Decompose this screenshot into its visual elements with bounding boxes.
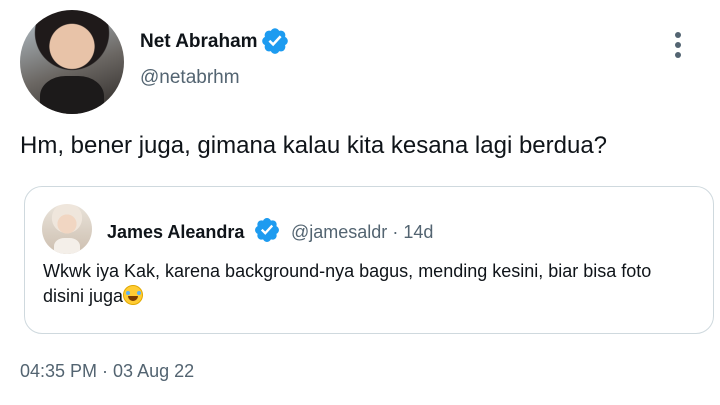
tweet-text: Hm, bener juga, gimana kalau kita kesana… [20,132,608,159]
meta-separator: · [392,222,399,242]
quoted-tweet-text: Wkwk iya Kak, karena background-nya bagu… [43,259,693,309]
author-avatar[interactable] [20,10,124,114]
more-vertical-icon[interactable] [670,30,686,60]
tweet: Net Abraham @netabrhm Hm, bener juga, gi… [0,0,720,405]
author-name[interactable]: Net Abraham [140,30,258,54]
tweet-timestamp[interactable]: 04:35 PM · 03 Aug 22 [20,360,194,382]
quoted-meta: @jamesaldr · 14d [291,221,433,243]
quoted-tweet-age: 14d [403,222,434,242]
quoted-author-handle: @jamesaldr [291,222,388,242]
verified-badge-icon [255,218,279,242]
quoted-author-avatar[interactable] [42,204,92,254]
quoted-tweet-card[interactable]: James Aleandra @jamesaldr · 14d Wkwk iya… [24,186,714,334]
quoted-author-name: James Aleandra [107,222,245,242]
author-handle[interactable]: @netabrhm [140,66,240,90]
face-with-tears-of-joy-icon [123,285,144,305]
verified-badge-icon [262,28,288,54]
